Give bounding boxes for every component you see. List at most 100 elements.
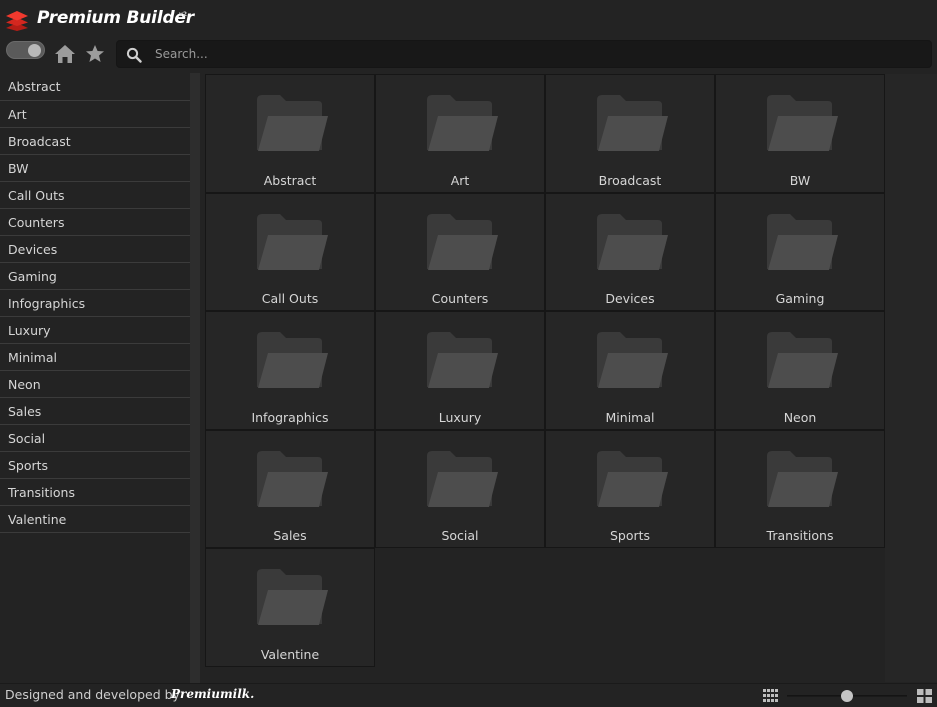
- folder-tile-art[interactable]: Art: [375, 74, 545, 193]
- search-icon: [126, 47, 142, 63]
- sidebar-item-broadcast[interactable]: Broadcast: [0, 128, 190, 155]
- sidebar-item-neon[interactable]: Neon: [0, 371, 190, 398]
- grid-large-icon[interactable]: [917, 689, 932, 703]
- folder-tile-minimal[interactable]: Minimal: [545, 311, 715, 430]
- app-version: v2: [179, 11, 188, 18]
- folder-tile-gaming[interactable]: Gaming: [715, 192, 885, 311]
- search-input[interactable]: [155, 44, 915, 64]
- sidebar-item-label: Gaming: [8, 268, 57, 284]
- credit-text: Designed and developed by: [5, 687, 180, 702]
- folder-icon: [426, 213, 498, 273]
- sidebar-item-luxury[interactable]: Luxury: [0, 317, 190, 344]
- folder-icon: [256, 331, 328, 391]
- folder-icon: [766, 450, 838, 510]
- folder-tile-infographics[interactable]: Infographics: [205, 311, 375, 430]
- sidebar-item-gaming[interactable]: Gaming: [0, 263, 190, 290]
- folder-tile-label: Luxury: [438, 409, 482, 425]
- home-icon[interactable]: [54, 44, 76, 64]
- sidebar-item-label: Valentine: [8, 511, 67, 527]
- sidebar-item-call-outs[interactable]: Call Outs: [0, 182, 190, 209]
- sidebar-item-label: Art: [8, 106, 27, 122]
- toggle-knob: [28, 44, 41, 57]
- sidebar-item-label: Neon: [8, 376, 41, 392]
- grid-small-icon[interactable]: [763, 689, 778, 702]
- folder-tile-label: Neon: [783, 409, 817, 425]
- thumbnail-size-slider[interactable]: [787, 688, 907, 704]
- folder-tile-label: Sports: [609, 528, 651, 543]
- folder-icon: [766, 94, 838, 154]
- folder-tile-broadcast[interactable]: Broadcast: [545, 74, 715, 193]
- folder-grid-panel: Abstract Art Broadcast BW Call Outs Counters D…: [200, 73, 937, 683]
- folder-icon: [256, 568, 328, 628]
- sidebar-item-label: Abstract: [8, 79, 61, 94]
- folder-tile-bw[interactable]: BW: [715, 74, 885, 193]
- sidebar-item-label: Transitions: [8, 484, 75, 500]
- folder-tile-counters[interactable]: Counters: [375, 192, 545, 311]
- folder-tile-label: Devices: [605, 291, 655, 306]
- folder-tile-label: Transitions: [766, 528, 834, 543]
- category-sidebar: Abstract Art Broadcast BW Call Outs Coun…: [0, 73, 190, 683]
- sidebar-item-sales[interactable]: Sales: [0, 398, 190, 425]
- folder-icon: [256, 450, 328, 510]
- sidebar-item-devices[interactable]: Devices: [0, 236, 190, 263]
- folder-tile-label: Sales: [273, 528, 307, 543]
- folder-icon: [596, 331, 668, 391]
- folder-tile-social[interactable]: Social: [375, 429, 545, 548]
- slider-knob[interactable]: [841, 690, 853, 702]
- folder-icon: [426, 94, 498, 154]
- folder-icon: [596, 94, 668, 154]
- sidebar-item-sports[interactable]: Sports: [0, 452, 190, 479]
- app-title: Premium Builder: [37, 8, 194, 28]
- title-bar: Premium Builder v2: [0, 0, 937, 38]
- folder-tile-label: Art: [450, 172, 470, 188]
- folder-tile-label: Abstract: [263, 172, 317, 188]
- sidebar-item-art[interactable]: Art: [0, 101, 190, 128]
- folder-tile-label: Broadcast: [598, 172, 662, 188]
- sidebar-item-valentine[interactable]: Valentine: [0, 506, 190, 533]
- sidebar-item-bw[interactable]: BW: [0, 155, 190, 182]
- sidebar-item-label: Sales: [8, 403, 42, 419]
- folder-icon: [256, 94, 328, 154]
- star-icon[interactable]: [85, 44, 105, 64]
- sidebar-item-transitions[interactable]: Transitions: [0, 479, 190, 506]
- folder-tile-sports[interactable]: Sports: [545, 429, 715, 548]
- folder-tile-abstract[interactable]: Abstract: [205, 74, 375, 193]
- folder-icon: [426, 331, 498, 391]
- sidebar-item-abstract[interactable]: Abstract: [0, 73, 190, 101]
- folder-tile-label: Valentine: [260, 646, 320, 662]
- sidebar-item-social[interactable]: Social: [0, 425, 190, 452]
- folder-tile-luxury[interactable]: Luxury: [375, 311, 545, 430]
- search-box[interactable]: [116, 40, 932, 68]
- brand-logo-text[interactable]: Premiumilk.: [171, 687, 254, 701]
- sidebar-item-label: Luxury: [8, 322, 51, 338]
- sidebar-item-label: Sports: [8, 457, 49, 473]
- folder-tile-label: Social: [441, 528, 479, 543]
- sidebar-item-counters[interactable]: Counters: [0, 209, 190, 236]
- mode-toggle[interactable]: [6, 41, 45, 59]
- folder-tile-label: Infographics: [251, 409, 329, 425]
- sidebar-item-label: Counters: [8, 214, 65, 230]
- sidebar-item-infographics[interactable]: Infographics: [0, 290, 190, 317]
- folder-icon: [426, 450, 498, 510]
- folder-tile-sales[interactable]: Sales: [205, 429, 375, 548]
- sidebar-item-label: Call Outs: [8, 187, 65, 203]
- folder-icon: [596, 213, 668, 273]
- grid-scroll-area: [885, 74, 937, 682]
- folder-icon: [766, 331, 838, 391]
- folder-icon: [256, 213, 328, 273]
- folder-tile-valentine[interactable]: Valentine: [205, 548, 375, 667]
- folder-tile-call-outs[interactable]: Call Outs: [205, 192, 375, 311]
- sidebar-item-label: Devices: [8, 241, 58, 257]
- folder-tile-label: Minimal: [605, 409, 655, 425]
- sidebar-item-label: Minimal: [8, 349, 57, 365]
- folder-tile-neon[interactable]: Neon: [715, 311, 885, 430]
- folder-tile-transitions[interactable]: Transitions: [715, 429, 885, 548]
- footer-bar: Designed and developed by Premiumilk.: [0, 683, 937, 707]
- folder-grid: Abstract Art Broadcast BW Call Outs Counters D…: [205, 74, 885, 667]
- folder-tile-devices[interactable]: Devices: [545, 192, 715, 311]
- folder-tile-label: BW: [789, 172, 811, 188]
- sidebar-item-label: Social: [8, 430, 46, 446]
- sidebar-splitter[interactable]: [190, 73, 200, 683]
- sidebar-item-minimal[interactable]: Minimal: [0, 344, 190, 371]
- sidebar-item-label: Infographics: [8, 295, 86, 311]
